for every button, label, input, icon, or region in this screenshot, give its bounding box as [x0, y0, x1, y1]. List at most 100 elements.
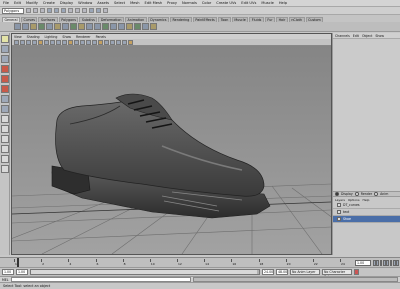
range-bar[interactable]: [30, 269, 260, 275]
menu-window[interactable]: Window: [78, 1, 92, 5]
gamma-icon[interactable]: [116, 39, 121, 45]
shelf-tool-icon[interactable]: [94, 23, 101, 30]
panel-menu-panels[interactable]: Panels: [96, 35, 106, 39]
select-by-hierarchy-icon[interactable]: [47, 8, 52, 13]
range-thumb[interactable]: [31, 270, 257, 274]
paint-select-tool-icon[interactable]: [0, 55, 9, 63]
shelf-tool-icon[interactable]: [142, 23, 149, 30]
exposure-icon[interactable]: [110, 39, 115, 45]
menu-color[interactable]: Color: [202, 1, 211, 5]
shelf-tool-icon[interactable]: [14, 23, 21, 30]
menu-set-selector[interactable]: Polygons: [2, 7, 24, 14]
xray-icon[interactable]: [74, 39, 79, 45]
snap-point-icon[interactable]: [82, 8, 87, 13]
wireframe-icon[interactable]: [44, 39, 49, 45]
anim-layer-dropdown[interactable]: No Anim Layer: [290, 269, 320, 275]
display-layer-radio[interactable]: [335, 192, 339, 196]
ipr-render-icon[interactable]: [96, 8, 101, 13]
layer-menu-help[interactable]: Help: [363, 198, 370, 202]
lights-icon[interactable]: [62, 39, 67, 45]
render-layer-radio[interactable]: [354, 192, 359, 196]
anim-layer-radio[interactable]: [374, 192, 379, 196]
bookmark-icon[interactable]: [20, 39, 25, 45]
channel-box-menu-show[interactable]: Show: [375, 34, 384, 38]
menu-select[interactable]: Select: [114, 1, 125, 5]
four-pane-layout-icon[interactable]: [0, 125, 9, 133]
menu-assets[interactable]: Assets: [97, 1, 109, 5]
channel-box-menu-object[interactable]: Object: [362, 34, 372, 38]
film-gate-icon[interactable]: [38, 39, 43, 45]
shelf-tool-icon[interactable]: [78, 23, 85, 30]
lasso-tool-icon[interactable]: [0, 45, 9, 53]
layer-row[interactable]: DT_curves: [333, 202, 400, 209]
menu-modify[interactable]: Modify: [26, 1, 38, 5]
select-by-component-icon[interactable]: [61, 8, 66, 13]
shelf-tool-icon[interactable]: [62, 23, 69, 30]
playback-start-field[interactable]: 1.00: [16, 269, 28, 275]
current-frame-field[interactable]: 1.00: [355, 260, 371, 266]
select-by-object-icon[interactable]: [54, 8, 59, 13]
playback-end-field[interactable]: 24.00: [262, 269, 274, 275]
shelf-tool-icon[interactable]: [70, 23, 77, 30]
panel-menu-lighting[interactable]: Lighting: [45, 35, 58, 39]
menu-help[interactable]: Help: [279, 1, 287, 5]
layer-tab-display[interactable]: Display: [341, 192, 353, 196]
shelf-tool-icon[interactable]: [110, 23, 117, 30]
snap-grid-icon[interactable]: [68, 8, 73, 13]
manipulator-tool-icon[interactable]: [0, 95, 9, 103]
panel-menu-show[interactable]: Show: [62, 35, 71, 39]
render-settings-icon[interactable]: [103, 8, 108, 13]
channel-box-menu-edit[interactable]: Edit: [353, 34, 359, 38]
side-by-side-layout-icon[interactable]: [0, 135, 9, 143]
go-to-end-icon[interactable]: [396, 260, 399, 266]
new-scene-icon[interactable]: [26, 8, 31, 13]
render-icon[interactable]: [89, 8, 94, 13]
character-set-dropdown[interactable]: No Character Set: [322, 269, 352, 279]
panel-menu-view[interactable]: View: [14, 35, 22, 39]
shelf-tool-icon[interactable]: [30, 23, 37, 30]
resolution-gate-icon[interactable]: [92, 39, 97, 45]
rotate-tool-icon[interactable]: [0, 75, 9, 83]
shelf-tool-icon[interactable]: [150, 23, 157, 30]
menu-file[interactable]: File: [3, 1, 9, 5]
layer-visibility-toggle[interactable]: [337, 210, 341, 214]
menu-muscle[interactable]: Muscle: [261, 1, 273, 5]
shelf-tool-icon[interactable]: [54, 23, 61, 30]
shelf-tool-icon[interactable]: [126, 23, 133, 30]
shelf-tool-icon[interactable]: [118, 23, 125, 30]
shelf-tool-icon[interactable]: [22, 23, 29, 30]
ambient-occlusion-icon[interactable]: [122, 39, 127, 45]
layer-visibility-toggle[interactable]: [337, 217, 341, 221]
layer-row[interactable]: text: [333, 209, 400, 216]
shelf-tool-icon[interactable]: [86, 23, 93, 30]
shelf-tool-icon[interactable]: [38, 23, 45, 30]
smooth-shade-icon[interactable]: [50, 39, 55, 45]
layer-visibility-toggle[interactable]: [337, 203, 341, 207]
menu-proxy[interactable]: Proxy: [167, 1, 177, 5]
layer-tab-anim[interactable]: Anim: [380, 192, 388, 196]
field-chart-icon[interactable]: [104, 39, 109, 45]
animation-start-field[interactable]: 1.00: [2, 269, 14, 275]
menu-create[interactable]: Create: [43, 1, 55, 5]
panel-menu-renderer[interactable]: Renderer: [76, 35, 91, 39]
time-slider[interactable]: 1 2 4 6 8 10 12 14 16 18 20 22 24 1.00: [0, 257, 400, 268]
scale-tool-icon[interactable]: [0, 85, 9, 93]
menu-mesh[interactable]: Mesh: [130, 1, 139, 5]
last-tool-icon[interactable]: [0, 105, 9, 113]
auto-key-icon[interactable]: [354, 269, 359, 275]
menu-edit-uvs[interactable]: Edit UVs: [241, 1, 256, 5]
shadows-icon[interactable]: [68, 39, 73, 45]
menu-normals[interactable]: Normals: [182, 1, 197, 5]
camera-icon[interactable]: [14, 39, 19, 45]
menu-edit[interactable]: Edit: [14, 1, 21, 5]
menu-display[interactable]: Display: [60, 1, 73, 5]
layer-menu-layers[interactable]: Layers: [335, 198, 345, 202]
layer-tab-render[interactable]: Render: [361, 192, 372, 196]
hypershade-layout-icon[interactable]: [0, 165, 9, 173]
open-scene-icon[interactable]: [33, 8, 38, 13]
menu-edit-mesh[interactable]: Edit Mesh: [145, 1, 163, 5]
layer-menu-options[interactable]: Options: [348, 198, 360, 202]
animation-end-field[interactable]: 48.00: [276, 269, 288, 275]
layer-row-selected[interactable]: Shoe: [333, 216, 400, 223]
save-scene-icon[interactable]: [40, 8, 45, 13]
